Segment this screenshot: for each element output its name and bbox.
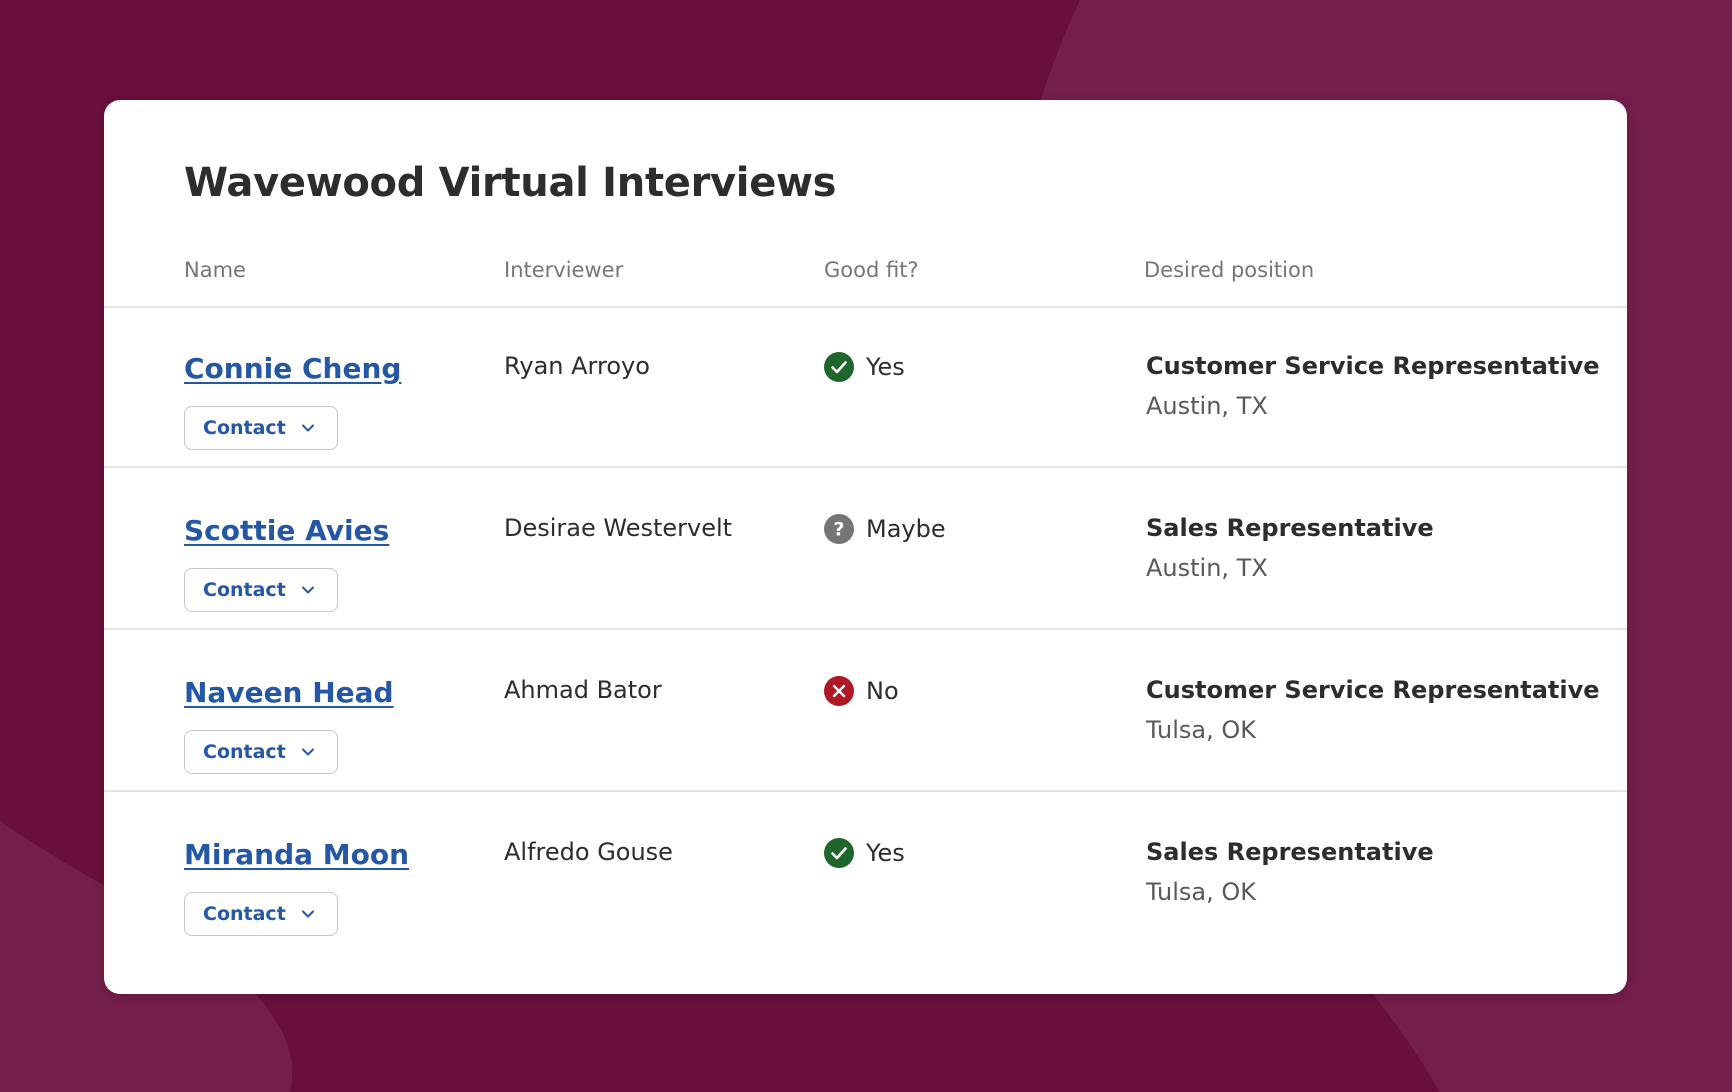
good-fit-status: Yes	[824, 838, 905, 868]
candidate-name-link[interactable]: Scottie Avies	[184, 514, 389, 547]
question-circle-icon: ?	[824, 514, 854, 544]
table-row: Connie Cheng Contact Ryan Arroyo Yes Cus…	[104, 308, 1627, 468]
desired-position-title: Customer Service Representative	[1146, 676, 1600, 704]
contact-dropdown-button[interactable]: Contact	[184, 406, 338, 450]
check-circle-icon	[824, 838, 854, 868]
contact-button-label: Contact	[203, 417, 286, 439]
chevron-down-icon	[300, 582, 316, 598]
desired-position-title: Sales Representative	[1146, 838, 1434, 866]
interviews-card: Wavewood Virtual Interviews Name Intervi…	[104, 100, 1627, 994]
check-circle-icon	[824, 352, 854, 382]
good-fit-label: No	[866, 677, 899, 705]
good-fit-label: Yes	[866, 353, 905, 381]
page-title: Wavewood Virtual Interviews	[184, 160, 837, 206]
desired-position-title: Sales Representative	[1146, 514, 1434, 542]
column-header-name: Name	[184, 258, 246, 282]
column-header-good-fit: Good fit?	[824, 258, 919, 282]
candidate-name-link[interactable]: Miranda Moon	[184, 838, 409, 871]
good-fit-status: No	[824, 676, 899, 706]
desired-position-location: Austin, TX	[1146, 392, 1268, 420]
column-header-interviewer: Interviewer	[504, 258, 624, 282]
good-fit-status: ? Maybe	[824, 514, 946, 544]
contact-button-label: Contact	[203, 741, 286, 763]
contact-dropdown-button[interactable]: Contact	[184, 730, 338, 774]
desired-position-title: Customer Service Representative	[1146, 352, 1600, 380]
chevron-down-icon	[300, 744, 316, 760]
candidate-name-link[interactable]: Naveen Head	[184, 676, 394, 709]
desired-position-location: Tulsa, OK	[1146, 878, 1256, 906]
row-divider	[104, 628, 1627, 630]
desired-position-location: Tulsa, OK	[1146, 716, 1256, 744]
candidate-name-link[interactable]: Connie Cheng	[184, 352, 401, 385]
contact-dropdown-button[interactable]: Contact	[184, 892, 338, 936]
interviewer-name: Desirae Westervelt	[504, 514, 733, 542]
table-row: Miranda Moon Contact Alfredo Gouse Yes S…	[104, 794, 1627, 954]
svg-text:?: ?	[833, 519, 844, 541]
contact-button-label: Contact	[203, 903, 286, 925]
interviewer-name: Alfredo Gouse	[504, 838, 673, 866]
interviewer-name: Ahmad Bator	[504, 676, 662, 704]
desired-position-location: Austin, TX	[1146, 554, 1268, 582]
chevron-down-icon	[300, 420, 316, 436]
interviewer-name: Ryan Arroyo	[504, 352, 650, 380]
good-fit-status: Yes	[824, 352, 905, 382]
column-header-desired-position: Desired position	[1144, 258, 1315, 282]
row-divider	[104, 790, 1627, 792]
good-fit-label: Maybe	[866, 515, 946, 543]
x-circle-icon	[824, 676, 854, 706]
table-row: Scottie Avies Contact Desirae Westervelt…	[104, 470, 1627, 630]
table-row: Naveen Head Contact Ahmad Bator No Custo…	[104, 632, 1627, 792]
contact-dropdown-button[interactable]: Contact	[184, 568, 338, 612]
chevron-down-icon	[300, 906, 316, 922]
good-fit-label: Yes	[866, 839, 905, 867]
contact-button-label: Contact	[203, 579, 286, 601]
row-divider	[104, 466, 1627, 468]
